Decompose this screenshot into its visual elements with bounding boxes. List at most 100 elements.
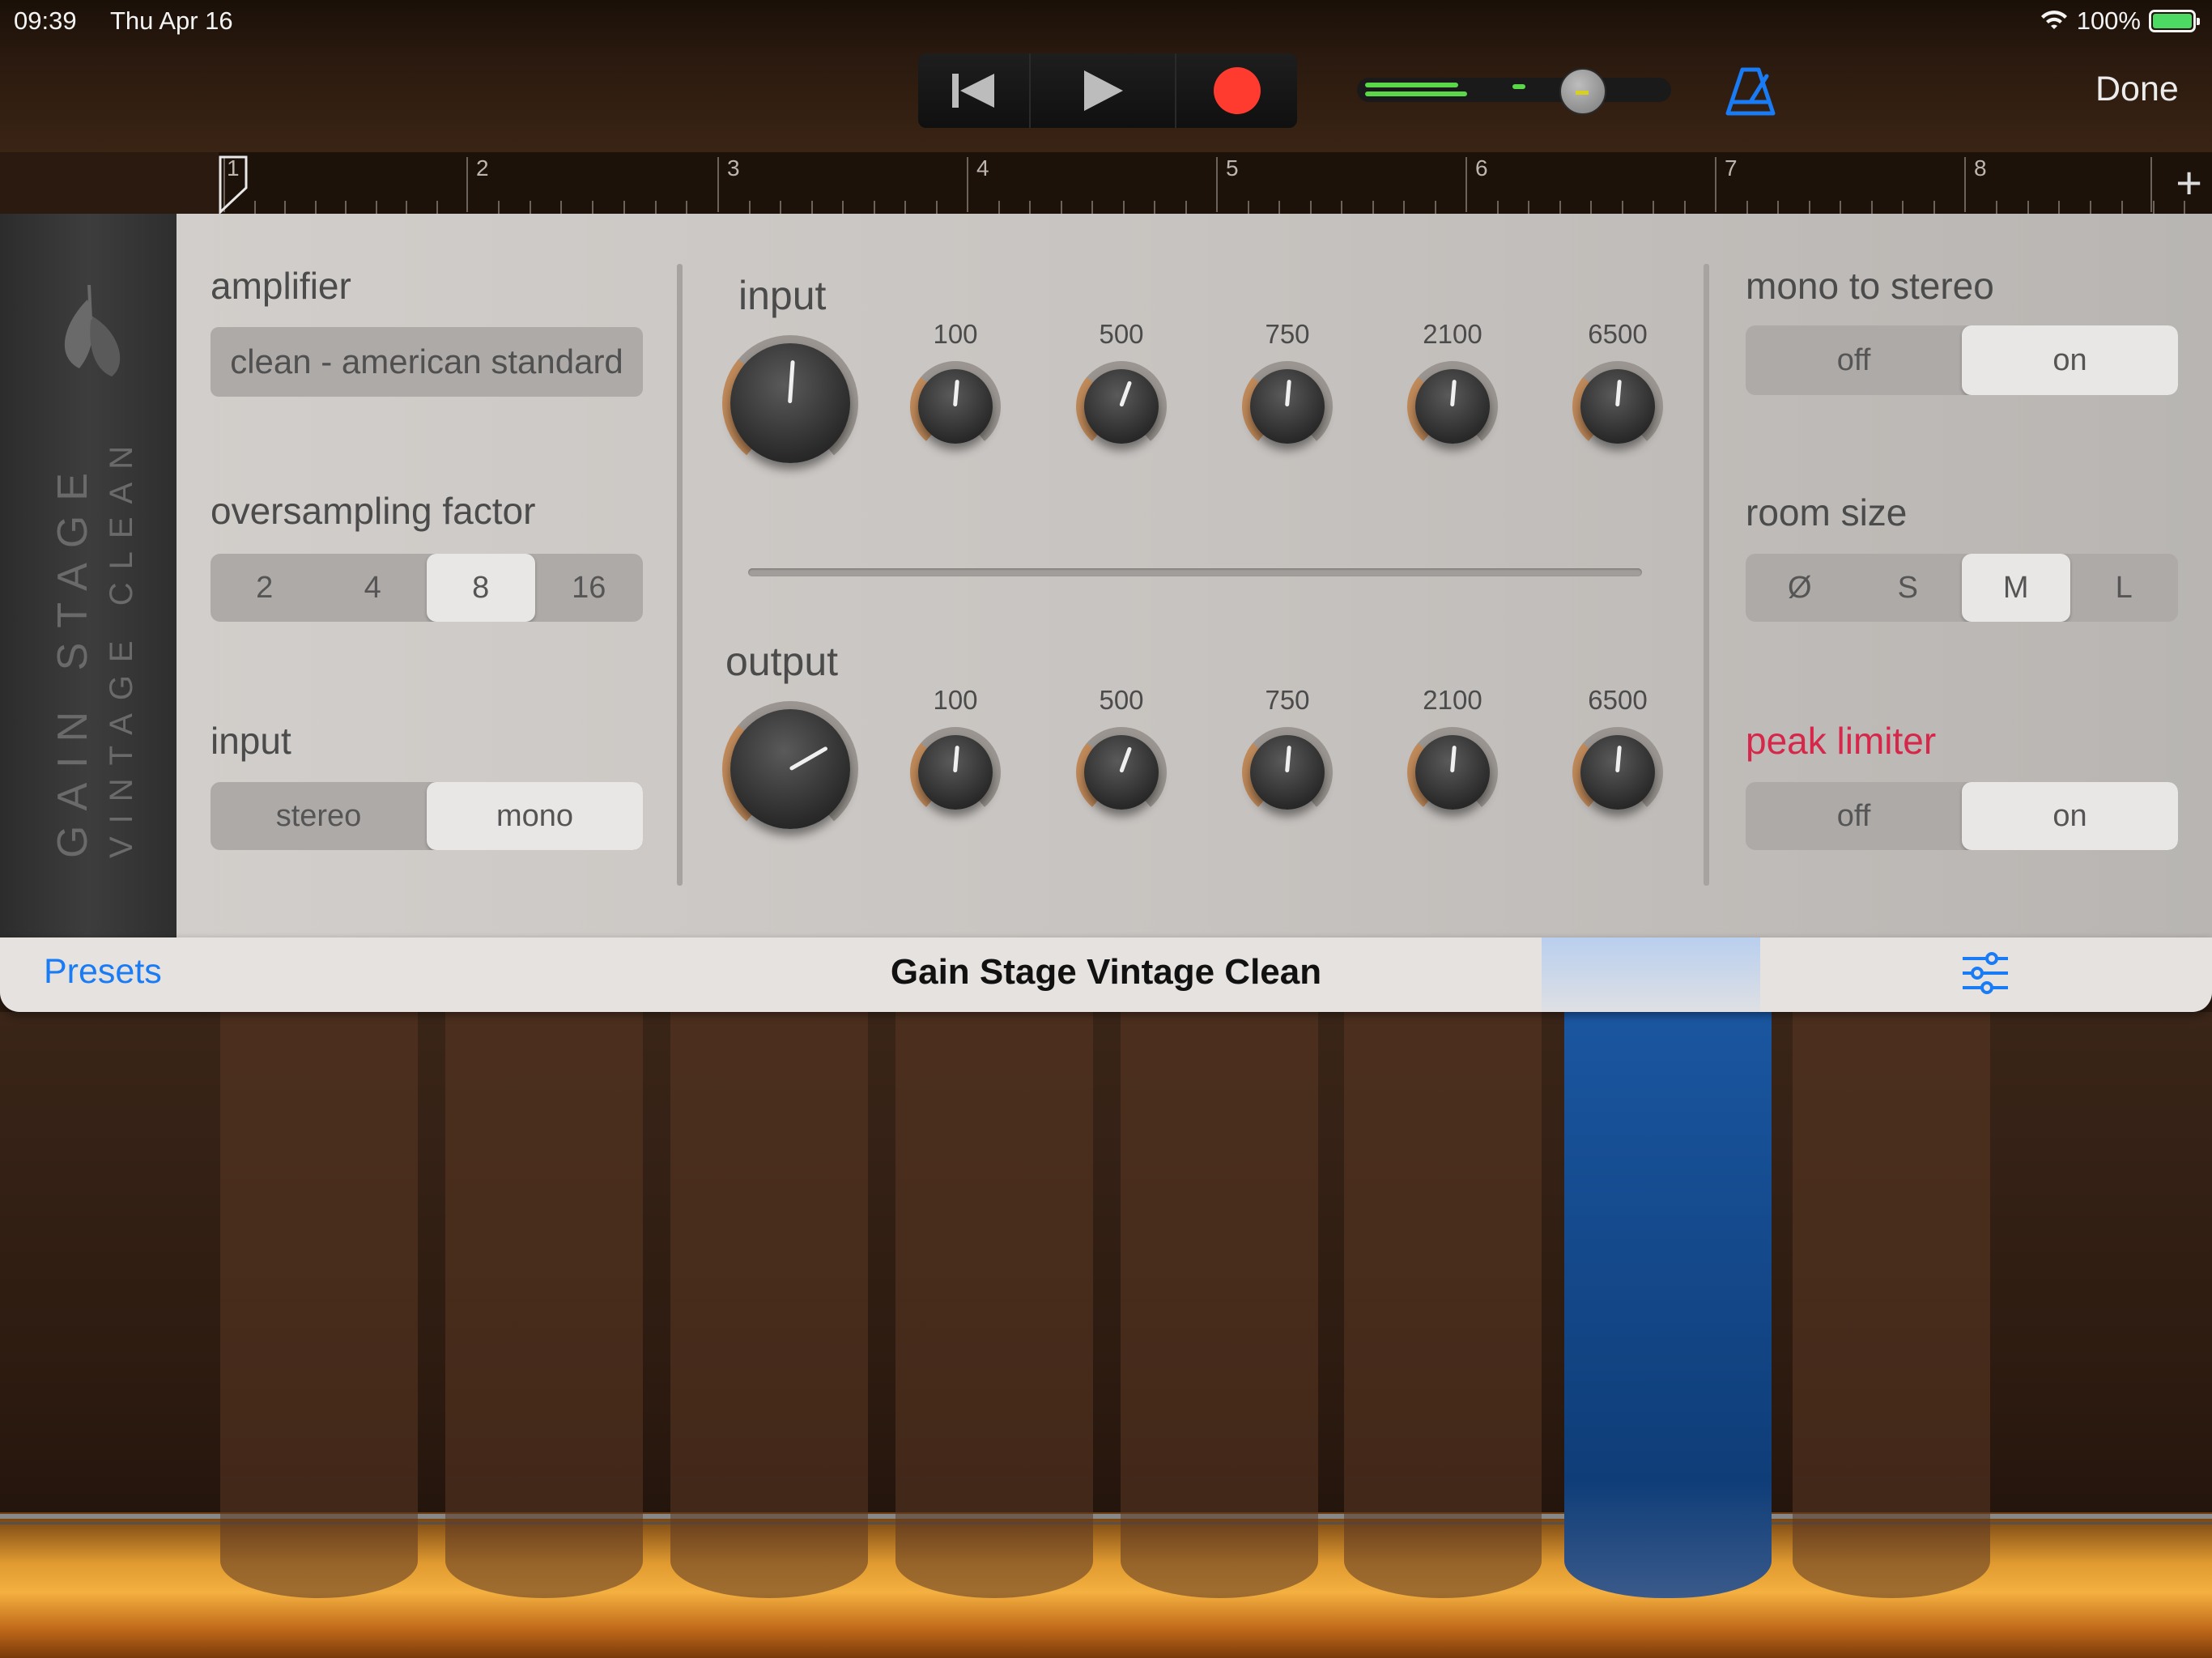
sliders-settings-icon[interactable] bbox=[1959, 949, 2011, 997]
room-size-small[interactable]: S bbox=[1854, 554, 1963, 622]
ruler-tick bbox=[998, 201, 1000, 214]
level-peak bbox=[1512, 84, 1525, 89]
input-eq-knob-100[interactable] bbox=[910, 361, 1001, 452]
output-eq-knob-6500[interactable] bbox=[1572, 727, 1663, 818]
mono-to-stereo-off[interactable]: off bbox=[1746, 325, 1962, 395]
status-date: Thu Apr 16 bbox=[110, 6, 233, 35]
input-eq-knob-750[interactable] bbox=[1242, 361, 1333, 452]
ruler-tick bbox=[780, 201, 781, 214]
record-button[interactable] bbox=[1176, 53, 1297, 128]
room-size-none[interactable]: Ø bbox=[1746, 554, 1854, 622]
output-eq-knob-500[interactable] bbox=[1076, 727, 1167, 818]
input-eq-knob-2100[interactable] bbox=[1407, 361, 1498, 452]
battery-icon bbox=[2149, 10, 2200, 32]
play-button[interactable] bbox=[1030, 53, 1177, 128]
input-mode-mono[interactable]: mono bbox=[427, 782, 643, 850]
ruler-tick bbox=[1871, 201, 1873, 214]
ruler-tick bbox=[560, 201, 562, 214]
volume-slider-thumb[interactable] bbox=[1559, 68, 1606, 115]
ruler-tick bbox=[842, 201, 844, 214]
status-battery: 100% bbox=[2040, 6, 2200, 36]
ruler-tick bbox=[1746, 201, 1748, 214]
ruler-tick bbox=[936, 201, 938, 214]
preset-name: Gain Stage Vintage Clean bbox=[890, 952, 1322, 992]
oversampling-option-8[interactable]: 8 bbox=[427, 554, 535, 622]
ruler-tick bbox=[1154, 201, 1155, 214]
oversampling-label: oversampling factor bbox=[211, 490, 536, 532]
string-strip-4[interactable] bbox=[895, 1012, 1093, 1598]
mono-to-stereo-label: mono to stereo bbox=[1746, 265, 1994, 307]
metronome-icon[interactable] bbox=[1725, 66, 1776, 117]
ruler-tick bbox=[2153, 201, 2155, 214]
rewind-icon bbox=[952, 74, 995, 108]
ruler-tick bbox=[1248, 201, 1249, 214]
ruler-tick bbox=[406, 201, 407, 214]
add-section-button[interactable]: + bbox=[2176, 159, 2202, 207]
ruler-tick bbox=[1653, 201, 1654, 214]
ruler-tick bbox=[1123, 201, 1125, 214]
input-band-750-label: 750 bbox=[1265, 319, 1310, 349]
ruler-tick bbox=[1809, 201, 1810, 214]
input-mode-stereo[interactable]: stereo bbox=[211, 782, 427, 850]
string-strip-6[interactable] bbox=[1344, 1012, 1542, 1598]
output-band-750-label: 750 bbox=[1265, 685, 1310, 715]
brand-title: GAIN STAGE bbox=[49, 458, 96, 858]
play-icon bbox=[1084, 70, 1124, 111]
string-strip-7[interactable] bbox=[1564, 1012, 1772, 1598]
ruler-bar-3: 3 bbox=[727, 155, 740, 181]
string-strip-3[interactable] bbox=[670, 1012, 868, 1598]
input-gain-knob[interactable] bbox=[722, 335, 858, 471]
ruler-tick bbox=[904, 201, 906, 214]
ruler-tick bbox=[436, 201, 438, 214]
output-band-500-label: 500 bbox=[1099, 685, 1144, 715]
oversampling-option-2[interactable]: 2 bbox=[211, 554, 319, 622]
string-strip-2[interactable] bbox=[445, 1012, 643, 1598]
input-eq-knob-500[interactable] bbox=[1076, 361, 1167, 452]
ruler-tick bbox=[254, 201, 256, 214]
peak-limiter-on[interactable]: on bbox=[1962, 782, 2178, 850]
master-volume-meter[interactable] bbox=[1357, 68, 1671, 115]
oversampling-option-4[interactable]: 4 bbox=[319, 554, 428, 622]
output-gain-knob[interactable] bbox=[722, 701, 858, 837]
string-strip-1[interactable] bbox=[220, 1012, 418, 1598]
input-eq-knob-6500[interactable] bbox=[1572, 361, 1663, 452]
output-eq-knob-750[interactable] bbox=[1242, 727, 1333, 818]
string-strip-8[interactable] bbox=[1793, 1012, 1990, 1598]
room-size-large[interactable]: L bbox=[2070, 554, 2179, 622]
eq-output-label: output bbox=[725, 639, 839, 684]
output-eq-knob-100[interactable] bbox=[910, 727, 1001, 818]
ruler-tick bbox=[345, 201, 347, 214]
ruler-tick bbox=[1996, 201, 1997, 214]
string-strip-5[interactable] bbox=[1121, 1012, 1318, 1598]
status-time: 09:39 bbox=[14, 6, 77, 35]
room-size-medium[interactable]: M bbox=[1962, 554, 2070, 622]
ruler-tick bbox=[1278, 201, 1280, 214]
ruler-tick bbox=[530, 201, 531, 214]
ruler-tick bbox=[1061, 201, 1062, 214]
ruler-tick bbox=[2058, 201, 2060, 214]
level-bar-left bbox=[1365, 83, 1458, 87]
oversampling-option-16[interactable]: 16 bbox=[535, 554, 644, 622]
ruler-tick bbox=[1684, 201, 1686, 214]
done-button[interactable]: Done bbox=[2095, 70, 2179, 109]
ruler-bar-7: 7 bbox=[1725, 155, 1738, 181]
ruler-tick bbox=[1590, 201, 1592, 214]
peak-limiter-off[interactable]: off bbox=[1746, 782, 1962, 850]
ruler-tick bbox=[1777, 201, 1779, 214]
amplifier-label: amplifier bbox=[211, 265, 351, 307]
input-band-100-label: 100 bbox=[933, 319, 978, 349]
rewind-button[interactable] bbox=[918, 53, 1031, 128]
mono-to-stereo-on[interactable]: on bbox=[1962, 325, 2178, 395]
peak-limiter-toggle: off on bbox=[1746, 782, 2178, 850]
output-band-100-label: 100 bbox=[933, 685, 978, 715]
timeline-ruler[interactable]: 1 2 3 4 5 6 7 8 + bbox=[219, 152, 2212, 215]
output-eq-knob-2100[interactable] bbox=[1407, 727, 1498, 818]
amplifier-select[interactable]: clean - american standard bbox=[211, 327, 643, 397]
input-mode-segmented: stereo mono bbox=[211, 782, 643, 850]
transport-controls bbox=[918, 53, 1297, 128]
playhead-marker[interactable] bbox=[219, 155, 248, 214]
brand-subtitle: VINTAGE CLEAN bbox=[104, 432, 139, 858]
eq-input-label: input bbox=[738, 273, 827, 318]
ruler-tick bbox=[874, 201, 875, 214]
input-band-6500-label: 6500 bbox=[1588, 319, 1648, 349]
